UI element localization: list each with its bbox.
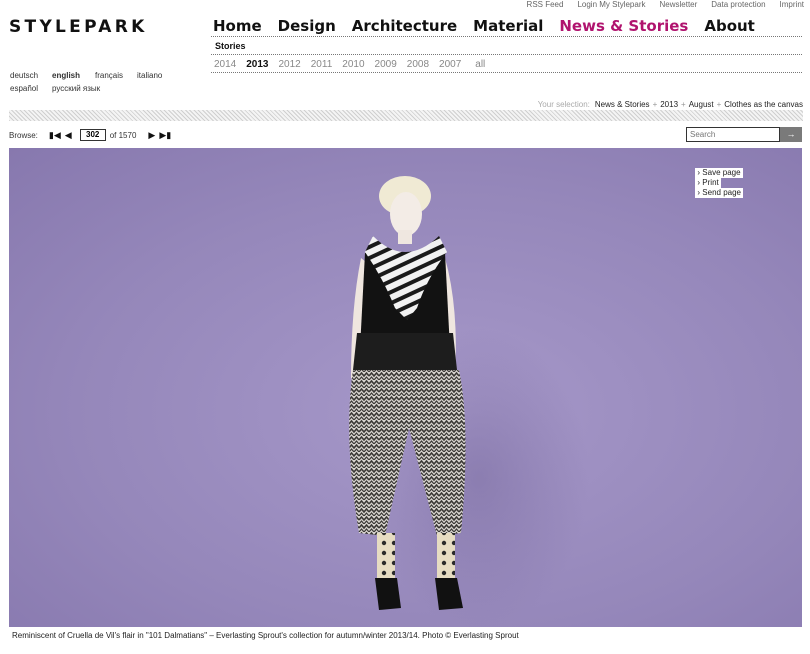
year-2010[interactable]: 2010	[342, 59, 364, 70]
last-page-icon[interactable]: ▶▮	[159, 130, 171, 141]
lang-russian[interactable]: русский язык	[52, 82, 100, 95]
lang-deutsch[interactable]: deutsch	[10, 69, 52, 82]
search-form: →	[686, 127, 802, 142]
rss-feed-link[interactable]: RSS Feed	[527, 0, 564, 9]
site-logo[interactable]: STYLEPARK	[9, 17, 148, 37]
breadcrumb: Your selection: News & Stories + 2013 + …	[538, 100, 803, 109]
nav-divider	[211, 36, 802, 37]
year-2008[interactable]: 2008	[407, 59, 429, 70]
data-protection-link[interactable]: Data protection	[711, 0, 765, 9]
year-2013[interactable]: 2013	[246, 59, 268, 70]
page-number-input[interactable]	[79, 129, 106, 141]
nav-about[interactable]: About	[704, 17, 755, 35]
page-total: of 1570	[109, 130, 137, 140]
page-tools: › Save page › Print › Send page	[695, 168, 743, 198]
lang-english[interactable]: english	[52, 69, 95, 82]
photo-caption: Reminiscent of Cruella de Vil's flair in…	[12, 631, 519, 640]
next-page-icon[interactable]: ▶	[148, 130, 155, 141]
breadcrumb-sep: +	[652, 100, 658, 109]
years-divider	[211, 72, 802, 73]
newsletter-link[interactable]: Newsletter	[659, 0, 697, 9]
subnav-divider	[211, 54, 802, 55]
first-page-icon[interactable]: ▮◀	[49, 130, 61, 141]
nav-home[interactable]: Home	[213, 17, 262, 35]
breadcrumb-sep: +	[681, 100, 686, 109]
model-illustration	[349, 176, 589, 627]
main-nav: Home Design Architecture Material News &…	[213, 17, 755, 35]
year-2014[interactable]: 2014	[214, 59, 236, 70]
utility-links: RSS Feed Login My Stylepark Newsletter D…	[527, 0, 804, 9]
login-link[interactable]: Login My Stylepark	[577, 0, 645, 9]
browse-bar: Browse: ▮◀ ◀ of 1570 ▶ ▶▮	[9, 129, 175, 141]
lang-italiano[interactable]: italiano	[137, 69, 162, 82]
nav-architecture[interactable]: Architecture	[352, 17, 457, 35]
breadcrumb-2013[interactable]: 2013	[660, 100, 678, 109]
nav-design[interactable]: Design	[278, 17, 336, 35]
lang-espanol[interactable]: español	[10, 82, 52, 95]
breadcrumb-label: Your selection:	[537, 100, 590, 109]
lang-francais[interactable]: français	[95, 69, 137, 82]
breadcrumb-current[interactable]: Clothes as the canvas	[724, 100, 803, 109]
subnav-stories[interactable]: Stories	[215, 41, 246, 51]
nav-material[interactable]: Material	[473, 17, 543, 35]
search-go-button[interactable]: →	[780, 127, 802, 142]
nav-news-stories[interactable]: News & Stories	[559, 17, 688, 35]
year-2009[interactable]: 2009	[375, 59, 397, 70]
browse-label: Browse:	[9, 130, 38, 140]
save-page-link[interactable]: › Save page	[695, 168, 743, 178]
print-link[interactable]: › Print	[695, 178, 721, 188]
breadcrumb-sep: +	[716, 100, 722, 109]
search-input[interactable]	[686, 127, 780, 142]
year-2012[interactable]: 2012	[279, 59, 301, 70]
prev-page-icon[interactable]: ◀	[65, 130, 72, 141]
year-2011[interactable]: 2011	[311, 59, 333, 70]
year-filter: 2014 2013 2012 2011 2010 2009 2008 2007 …	[214, 59, 485, 70]
feature-photo	[9, 148, 802, 627]
year-2007[interactable]: 2007	[439, 59, 461, 70]
year-all[interactable]: all	[475, 59, 485, 70]
send-page-link[interactable]: › Send page	[695, 188, 743, 198]
hatched-divider	[9, 110, 803, 121]
breadcrumb-news-stories[interactable]: News & Stories	[595, 100, 650, 109]
language-selector: deutsch english français italiano españo…	[10, 69, 162, 95]
breadcrumb-august[interactable]: August	[689, 100, 714, 109]
imprint-link[interactable]: Imprint	[780, 0, 804, 9]
